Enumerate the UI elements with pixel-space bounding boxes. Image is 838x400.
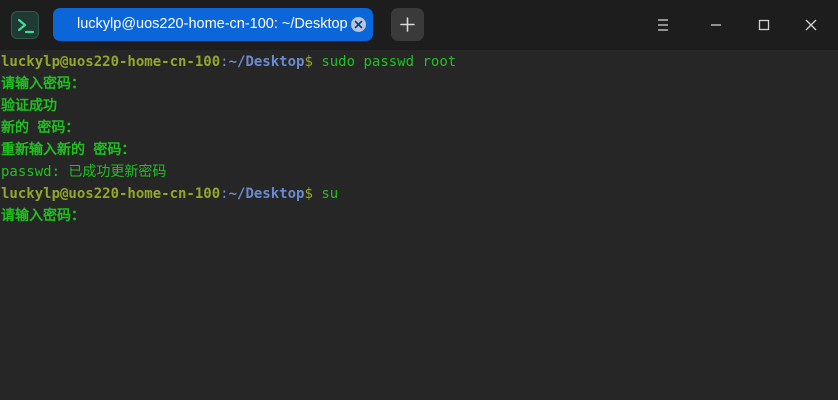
command-text: su bbox=[312, 186, 339, 202]
output-line: 验证成功 bbox=[1, 98, 57, 114]
prompt-colon: : bbox=[220, 54, 229, 70]
menu-button[interactable] bbox=[651, 13, 675, 37]
prompt-user-host: luckylp@uos220-home-cn-100 bbox=[1, 186, 221, 202]
prompt-user-host: luckylp@uos220-home-cn-100 bbox=[1, 54, 221, 70]
close-circle-icon[interactable] bbox=[351, 17, 366, 32]
maximize-button[interactable] bbox=[752, 13, 776, 37]
plus-icon bbox=[400, 17, 415, 32]
menu-icon bbox=[658, 19, 668, 31]
command-text: sudo passwd root bbox=[312, 54, 457, 70]
output-line: passwd: 已成功更新密码 bbox=[1, 164, 167, 180]
close-button[interactable] bbox=[799, 13, 823, 37]
output-line: 新的 密码： bbox=[1, 120, 80, 136]
prompt-path: ~/Desktop bbox=[228, 54, 305, 70]
terminal-window: luckylp@uos220-home-cn-100: ~/Desktop lu… bbox=[0, 0, 838, 400]
output-line: 请输入密码： bbox=[1, 208, 85, 224]
prompt-path: ~/Desktop bbox=[228, 186, 305, 202]
new-tab-button[interactable] bbox=[391, 8, 424, 41]
output-line: 请输入密码： bbox=[1, 76, 85, 92]
output-line: 重新输入新的 密码： bbox=[1, 142, 136, 158]
minimize-button[interactable] bbox=[704, 13, 728, 37]
tab-terminal-session[interactable]: luckylp@uos220-home-cn-100: ~/Desktop bbox=[53, 8, 373, 41]
title-bar[interactable]: luckylp@uos220-home-cn-100: ~/Desktop bbox=[0, 0, 838, 50]
maximize-icon bbox=[758, 19, 770, 31]
terminal-icon bbox=[11, 11, 39, 39]
prompt-line: luckylp@uos220-home-cn-100:~/Desktop$ su… bbox=[1, 51, 456, 73]
prompt-colon: : bbox=[220, 186, 229, 202]
prompt-dollar: $ bbox=[304, 54, 313, 70]
minimize-icon bbox=[711, 24, 721, 26]
terminal-output[interactable]: luckylp@uos220-home-cn-100:~/Desktop$ su… bbox=[0, 51, 838, 400]
close-icon bbox=[805, 19, 817, 31]
prompt-dollar: $ bbox=[304, 186, 313, 202]
tab-title: luckylp@uos220-home-cn-100: ~/Desktop bbox=[77, 16, 348, 32]
prompt-line: luckylp@uos220-home-cn-100:~/Desktop$ su bbox=[1, 183, 338, 205]
